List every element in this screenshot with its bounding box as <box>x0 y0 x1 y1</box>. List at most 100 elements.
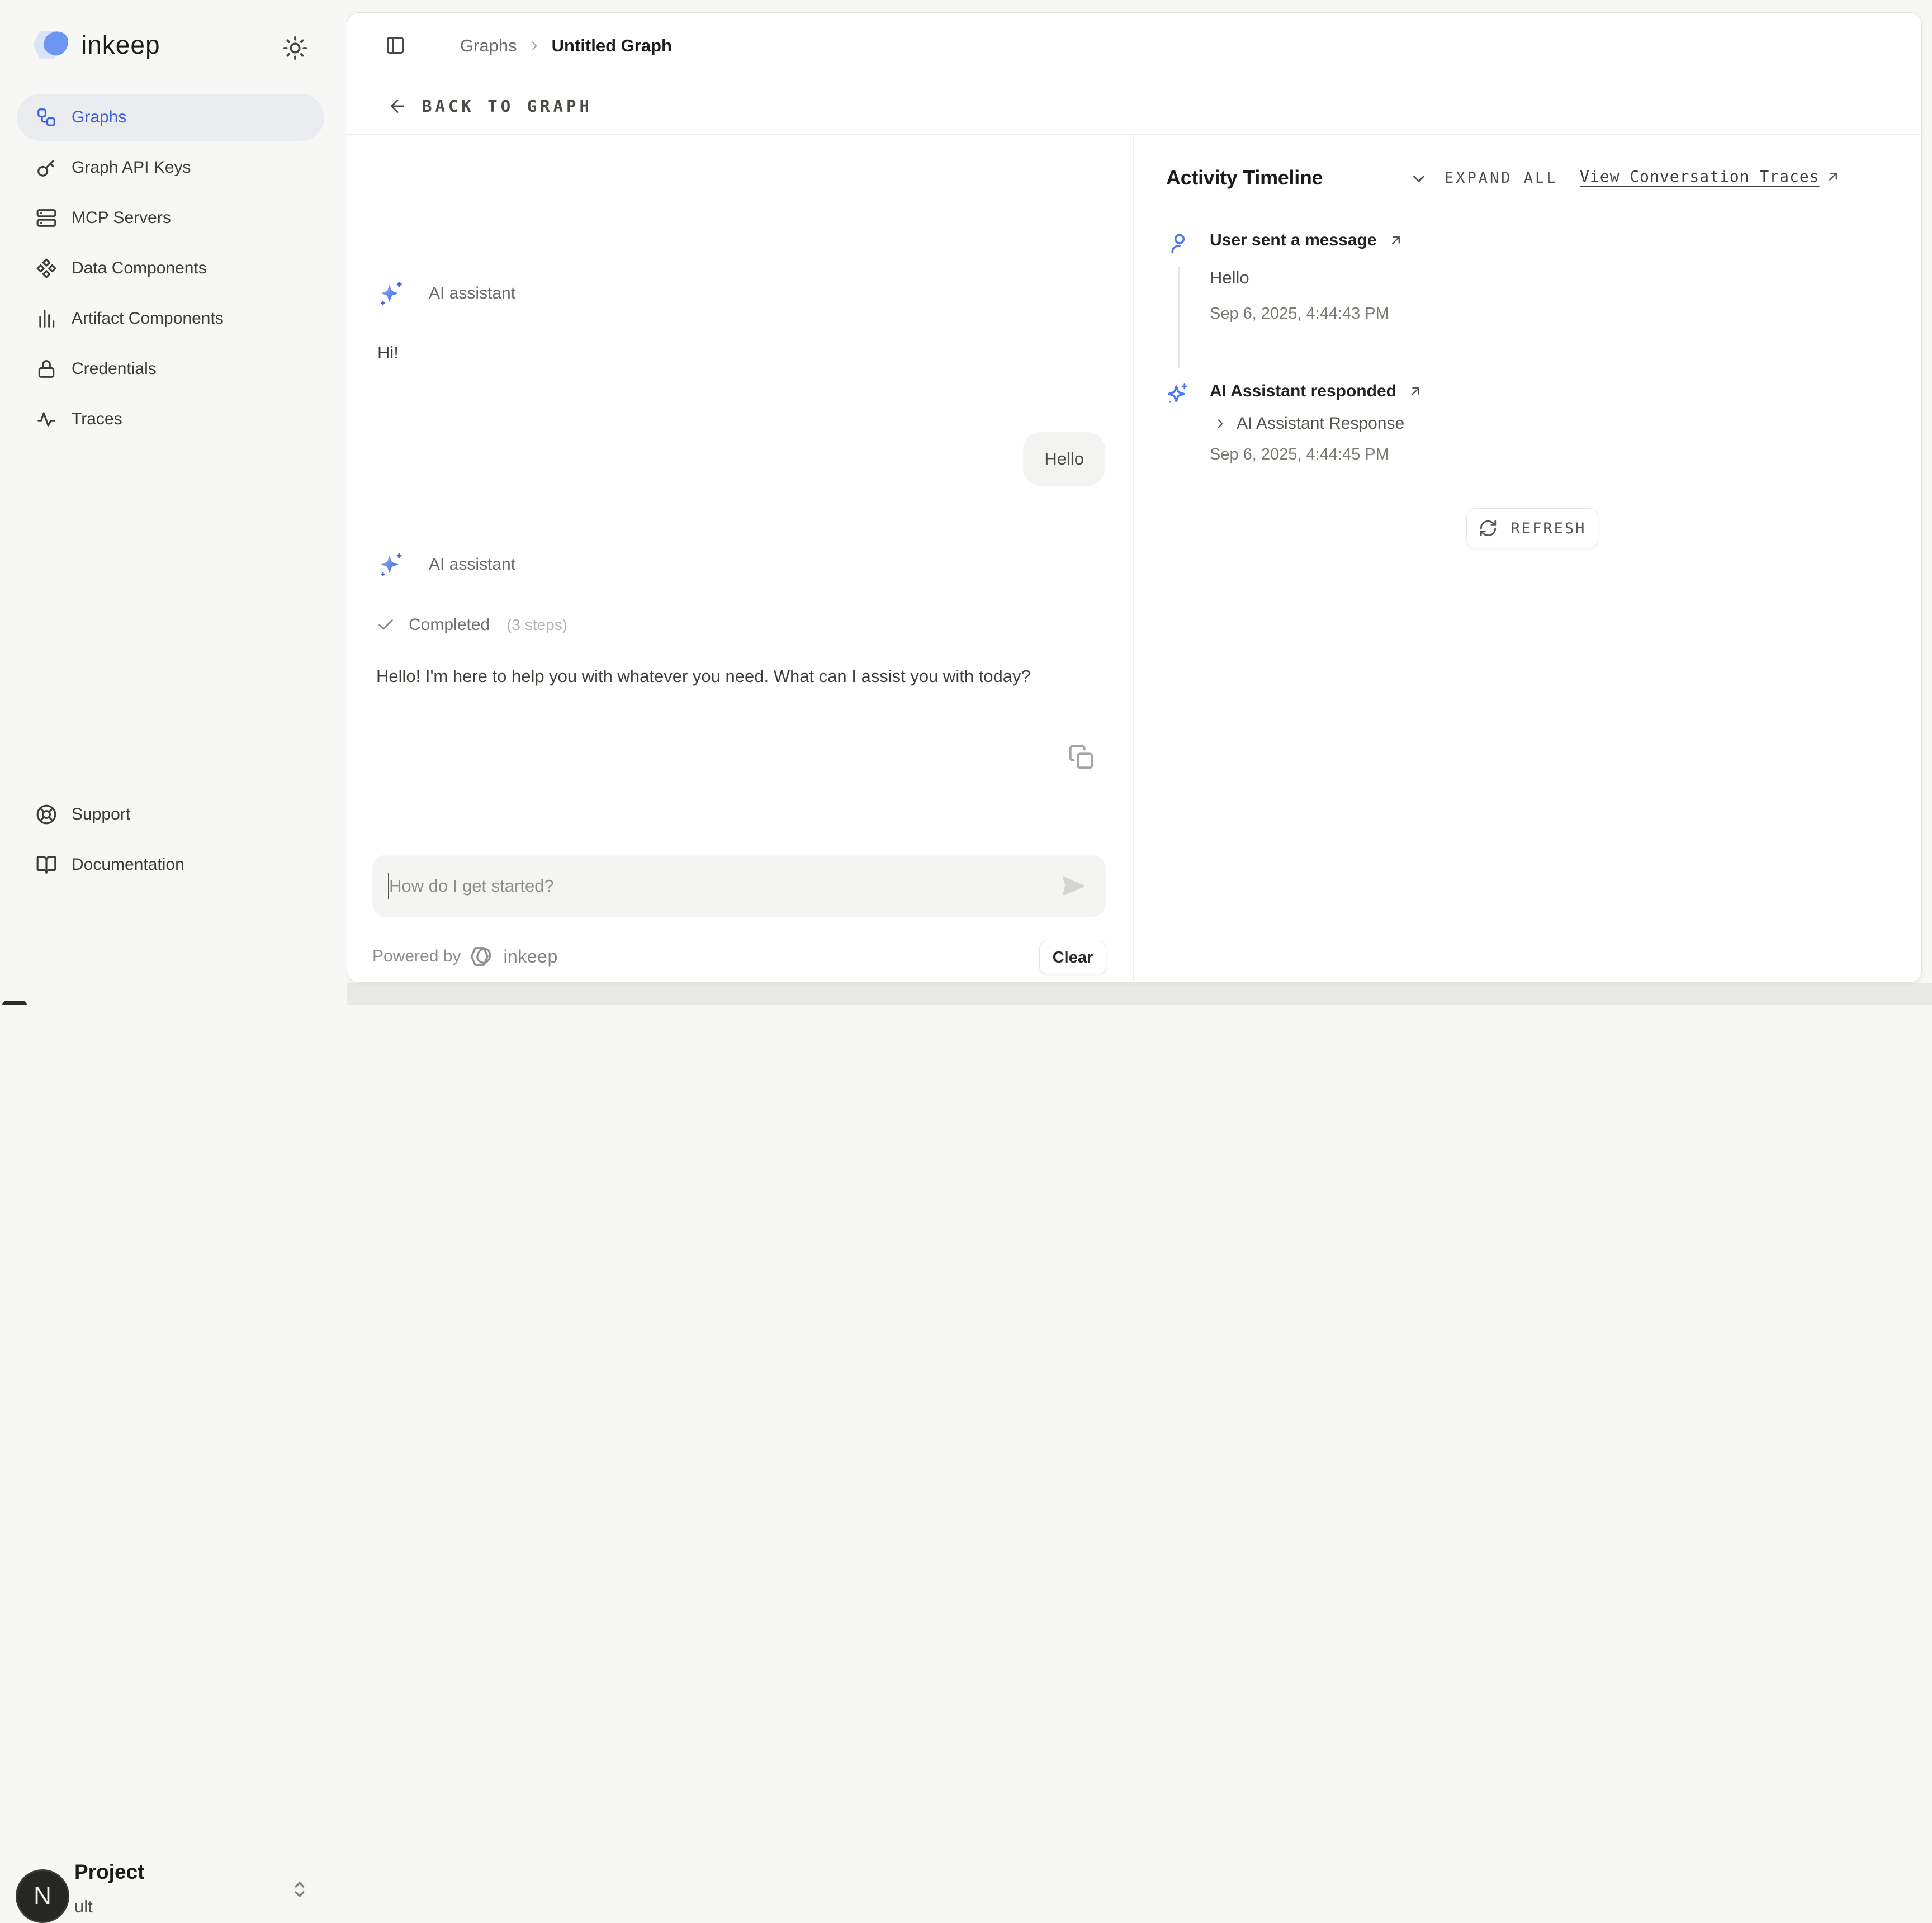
timeline-entry-body: AI Assistant Response <box>1237 414 1404 433</box>
chevrons-up-down-icon[interactable] <box>288 1878 311 1905</box>
bar-chart-icon <box>36 308 57 329</box>
chevron-right-icon <box>1213 416 1228 431</box>
sidebar-item-label: Traces <box>72 410 122 429</box>
page-background-strip <box>335 983 1932 1005</box>
sidebar-item-mcp-servers[interactable]: MCP Servers <box>17 195 324 241</box>
project-name: Project <box>74 1860 144 1884</box>
project-switcher[interactable]: Project ult N <box>0 928 347 995</box>
sidebar-item-documentation[interactable]: Documentation <box>17 841 324 888</box>
timeline-connector <box>1178 267 1180 368</box>
timeline-entry-title: User sent a message <box>1210 231 1377 250</box>
chat-input[interactable] <box>389 855 1049 917</box>
powered-by[interactable]: Powered by inkeep <box>372 945 558 968</box>
sidebar-nav: Graphs Graph API Keys MCP Servers Data C… <box>17 94 324 446</box>
copy-icon <box>1068 744 1094 770</box>
timeline-entry-title: AI Assistant responded <box>1210 382 1396 401</box>
sparkles-icon <box>1165 382 1190 406</box>
sidebar-item-label: Credentials <box>72 359 157 378</box>
back-to-graph-label: BACK TO GRAPH <box>422 97 593 116</box>
send-button[interactable] <box>1061 873 1087 899</box>
avatar-letter: N <box>34 1882 51 1910</box>
timeline-entry-timestamp: Sep 6, 2025, 4:44:45 PM <box>1210 446 1389 464</box>
workflow-icon <box>36 107 57 128</box>
sidebar: inkeep Graphs Graph API Keys <box>0 0 347 1005</box>
timeline-title: Activity Timeline <box>1166 166 1323 190</box>
server-icon <box>36 207 57 229</box>
theme-toggle-button[interactable] <box>282 35 308 61</box>
sidebar-item-label: Artifact Components <box>72 309 224 328</box>
timeline-entry-title-row[interactable]: AI Assistant responded <box>1210 382 1423 401</box>
status-label: Completed <box>409 615 490 634</box>
inkeep-wordmark: inkeep <box>81 30 160 60</box>
activity-timeline-panel: Activity Timeline EXPAND ALL View Conver… <box>1134 135 1921 982</box>
dev-overlay-notch <box>2 1001 27 1005</box>
sidebar-item-label: MCP Servers <box>72 209 171 228</box>
panel-header: Graphs Untitled Graph <box>347 13 1921 78</box>
arrow-left-icon <box>387 96 408 116</box>
sidebar-item-graph-api-keys[interactable]: Graph API Keys <box>17 144 324 191</box>
refresh-icon <box>1479 519 1498 538</box>
sidebar-item-label: Support <box>72 805 130 824</box>
sidebar-item-traces[interactable]: Traces <box>17 396 324 443</box>
back-to-graph-button[interactable]: BACK TO GRAPH <box>387 96 593 116</box>
assistant-message-header: AI assistant <box>376 279 515 308</box>
sidebar-item-label: Documentation <box>72 855 184 874</box>
check-icon <box>376 615 395 634</box>
activity-icon <box>36 409 57 430</box>
chevron-right-icon <box>527 39 542 53</box>
clear-button[interactable]: Clear <box>1039 941 1106 974</box>
arrow-up-right-icon <box>1825 169 1841 184</box>
chat-input-container <box>372 855 1106 917</box>
lock-icon <box>36 358 57 380</box>
inkeep-outline-logo-icon <box>470 945 494 968</box>
sidebar-item-support[interactable]: Support <box>17 791 324 838</box>
avatar[interactable]: N <box>16 1869 69 1923</box>
assistant-label: AI assistant <box>429 555 515 574</box>
user-message-bubble: Hello <box>1023 432 1105 486</box>
timeline-entry-expander[interactable]: AI Assistant Response <box>1213 414 1404 433</box>
panel-left-icon <box>385 35 405 55</box>
sparkles-icon <box>376 279 405 308</box>
refresh-button-label: REFRESH <box>1511 520 1587 537</box>
sidebar-item-credentials[interactable]: Credentials <box>17 345 324 392</box>
panel-body: AI assistant Hi! Hello AI assistant Comp… <box>347 135 1921 982</box>
assistant-message-header: AI assistant <box>376 550 515 579</box>
powered-by-label: Powered by <box>372 947 461 966</box>
arrow-up-right-icon[interactable] <box>1408 383 1423 399</box>
chat-panel: AI assistant Hi! Hello AI assistant Comp… <box>347 135 1134 982</box>
timeline-entry-title-row[interactable]: User sent a message <box>1210 231 1404 250</box>
timeline-collapse-button[interactable] <box>1409 169 1428 188</box>
breadcrumb-parent[interactable]: Graphs <box>460 36 517 56</box>
back-toolbar: BACK TO GRAPH <box>347 78 1921 135</box>
sidebar-item-data-components[interactable]: Data Components <box>17 245 324 292</box>
clear-button-label: Clear <box>1053 949 1093 967</box>
sidebar-item-label: Graphs <box>72 108 126 127</box>
assistant-label: AI assistant <box>429 284 515 303</box>
arrow-up-right-icon[interactable] <box>1388 233 1404 248</box>
copy-button[interactable] <box>1068 744 1094 770</box>
run-status[interactable]: Completed (3 steps) <box>376 615 567 634</box>
book-open-icon <box>36 854 57 875</box>
view-conversation-traces-link[interactable]: View Conversation Traces <box>1580 167 1841 186</box>
expand-all-button[interactable]: EXPAND ALL <box>1445 169 1558 187</box>
sidebar-item-artifact-components[interactable]: Artifact Components <box>17 295 324 342</box>
timeline-header: Activity Timeline EXPAND ALL View Conver… <box>1134 135 1921 219</box>
inkeep-logo[interactable]: inkeep <box>30 29 160 60</box>
sidebar-footer-nav: Support Documentation <box>17 791 324 892</box>
timeline-entry-timestamp: Sep 6, 2025, 4:44:43 PM <box>1210 305 1389 323</box>
refresh-button[interactable]: REFRESH <box>1466 508 1598 548</box>
view-traces-label: View Conversation Traces <box>1580 167 1820 186</box>
status-steps: (3 steps) <box>506 616 567 634</box>
user-icon <box>1167 231 1192 255</box>
chevron-down-icon <box>1409 169 1428 188</box>
powered-by-brand: inkeep <box>503 946 557 967</box>
app-root: inkeep Graphs Graph API Keys <box>0 0 1932 1005</box>
component-icon <box>36 258 57 279</box>
inkeep-logo-icon <box>30 29 75 60</box>
key-icon <box>36 157 57 178</box>
send-icon <box>1061 873 1087 899</box>
project-subtitle: ult <box>74 1897 93 1917</box>
breadcrumb-current: Untitled Graph <box>552 36 672 56</box>
sidebar-toggle-button[interactable] <box>385 35 405 55</box>
sidebar-item-graphs[interactable]: Graphs <box>17 94 324 141</box>
